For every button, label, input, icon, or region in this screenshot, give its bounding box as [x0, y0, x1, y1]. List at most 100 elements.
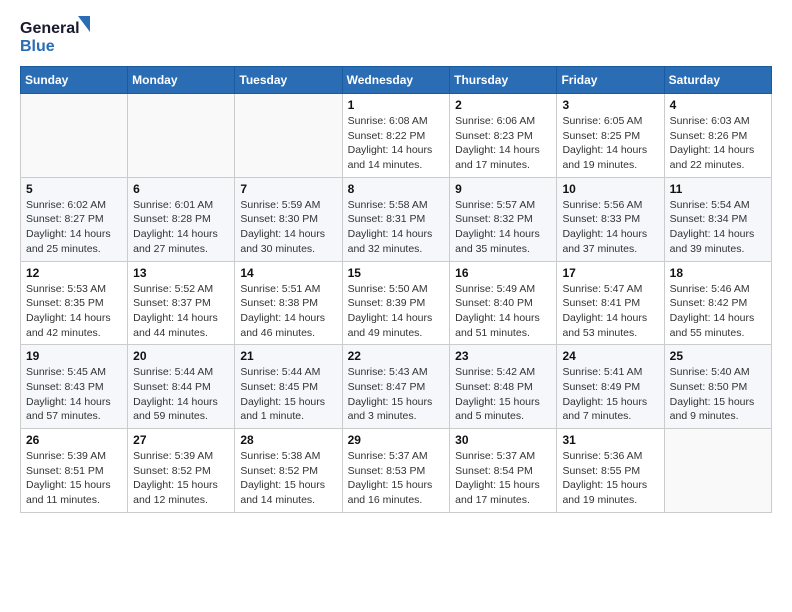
- calendar-cell: 5 Sunrise: 6:02 AMSunset: 8:27 PMDaylight…: [21, 177, 128, 261]
- day-number: 16: [455, 266, 551, 280]
- day-info: Sunrise: 5:37 AMSunset: 8:54 PMDaylight:…: [455, 449, 551, 508]
- column-header-saturday: Saturday: [664, 67, 771, 94]
- header: GeneralBlue: [20, 16, 772, 56]
- svg-text:General: General: [20, 20, 80, 37]
- day-info: Sunrise: 5:45 AMSunset: 8:43 PMDaylight:…: [26, 365, 122, 424]
- calendar-cell: 13 Sunrise: 5:52 AMSunset: 8:37 PMDayligh…: [128, 261, 235, 345]
- day-number: 7: [240, 182, 336, 196]
- day-number: 15: [348, 266, 445, 280]
- day-info: Sunrise: 6:05 AMSunset: 8:25 PMDaylight:…: [562, 114, 658, 173]
- day-number: 30: [455, 433, 551, 447]
- column-header-tuesday: Tuesday: [235, 67, 342, 94]
- calendar-cell: 9 Sunrise: 5:57 AMSunset: 8:32 PMDaylight…: [450, 177, 557, 261]
- calendar-cell: 27 Sunrise: 5:39 AMSunset: 8:52 PMDayligh…: [128, 429, 235, 513]
- day-info: Sunrise: 6:02 AMSunset: 8:27 PMDaylight:…: [26, 198, 122, 257]
- calendar-cell: 20Sunrise: 5:44 AMSunset: 8:44 PMDayligh…: [128, 345, 235, 429]
- calendar-cell: 17Sunrise: 5:47 AMSunset: 8:41 PMDayligh…: [557, 261, 664, 345]
- calendar-cell: 1 Sunrise: 6:08 AMSunset: 8:22 PMDaylight…: [342, 94, 450, 178]
- logo-svg: GeneralBlue: [20, 16, 90, 56]
- column-header-sunday: Sunday: [21, 67, 128, 94]
- calendar-cell: [664, 429, 771, 513]
- day-number: 26: [26, 433, 122, 447]
- day-info: Sunrise: 6:03 AMSunset: 8:26 PMDaylight:…: [670, 114, 766, 173]
- day-info: Sunrise: 6:06 AMSunset: 8:23 PMDaylight:…: [455, 114, 551, 173]
- day-info: Sunrise: 5:39 AMSunset: 8:51 PMDaylight:…: [26, 449, 122, 508]
- day-number: 9: [455, 182, 551, 196]
- day-info: Sunrise: 5:52 AMSunset: 8:37 PMDaylight:…: [133, 282, 229, 341]
- day-number: 18: [670, 266, 766, 280]
- calendar-cell: 16Sunrise: 5:49 AMSunset: 8:40 PMDayligh…: [450, 261, 557, 345]
- day-number: 2: [455, 98, 551, 112]
- day-info: Sunrise: 5:44 AMSunset: 8:45 PMDaylight:…: [240, 365, 336, 424]
- day-number: 25: [670, 349, 766, 363]
- day-number: 4: [670, 98, 766, 112]
- day-info: Sunrise: 5:56 AMSunset: 8:33 PMDaylight:…: [562, 198, 658, 257]
- day-info: Sunrise: 5:51 AMSunset: 8:38 PMDaylight:…: [240, 282, 336, 341]
- column-header-wednesday: Wednesday: [342, 67, 450, 94]
- day-number: 21: [240, 349, 336, 363]
- day-info: Sunrise: 5:44 AMSunset: 8:44 PMDaylight:…: [133, 365, 229, 424]
- calendar-cell: 12 Sunrise: 5:53 AMSunset: 8:35 PMDayligh…: [21, 261, 128, 345]
- calendar-cell: 23 Sunrise: 5:42 AMSunset: 8:48 PMDayligh…: [450, 345, 557, 429]
- calendar-cell: 28 Sunrise: 5:38 AMSunset: 8:52 PMDayligh…: [235, 429, 342, 513]
- day-number: 11: [670, 182, 766, 196]
- calendar-cell: 6 Sunrise: 6:01 AMSunset: 8:28 PMDaylight…: [128, 177, 235, 261]
- calendar-week-row: 5 Sunrise: 6:02 AMSunset: 8:27 PMDaylight…: [21, 177, 772, 261]
- calendar-cell: 10Sunrise: 5:56 AMSunset: 8:33 PMDayligh…: [557, 177, 664, 261]
- column-header-friday: Friday: [557, 67, 664, 94]
- day-number: 28: [240, 433, 336, 447]
- day-number: 24: [562, 349, 658, 363]
- calendar-cell: 18Sunrise: 5:46 AMSunset: 8:42 PMDayligh…: [664, 261, 771, 345]
- day-number: 27: [133, 433, 229, 447]
- calendar-week-row: 12 Sunrise: 5:53 AMSunset: 8:35 PMDayligh…: [21, 261, 772, 345]
- day-info: Sunrise: 5:40 AMSunset: 8:50 PMDaylight:…: [670, 365, 766, 424]
- day-info: Sunrise: 5:37 AMSunset: 8:53 PMDaylight:…: [348, 449, 445, 508]
- calendar-cell: 2 Sunrise: 6:06 AMSunset: 8:23 PMDaylight…: [450, 94, 557, 178]
- calendar-cell: 26 Sunrise: 5:39 AMSunset: 8:51 PMDayligh…: [21, 429, 128, 513]
- day-number: 5: [26, 182, 122, 196]
- day-number: 31: [562, 433, 658, 447]
- day-info: Sunrise: 6:08 AMSunset: 8:22 PMDaylight:…: [348, 114, 445, 173]
- day-number: 19: [26, 349, 122, 363]
- day-info: Sunrise: 5:50 AMSunset: 8:39 PMDaylight:…: [348, 282, 445, 341]
- day-number: 6: [133, 182, 229, 196]
- day-info: Sunrise: 5:42 AMSunset: 8:48 PMDaylight:…: [455, 365, 551, 424]
- day-number: 3: [562, 98, 658, 112]
- day-number: 13: [133, 266, 229, 280]
- day-info: Sunrise: 5:47 AMSunset: 8:41 PMDaylight:…: [562, 282, 658, 341]
- calendar-cell: 4 Sunrise: 6:03 AMSunset: 8:26 PMDaylight…: [664, 94, 771, 178]
- day-info: Sunrise: 5:43 AMSunset: 8:47 PMDaylight:…: [348, 365, 445, 424]
- calendar-cell: 15 Sunrise: 5:50 AMSunset: 8:39 PMDayligh…: [342, 261, 450, 345]
- calendar-week-row: 26 Sunrise: 5:39 AMSunset: 8:51 PMDayligh…: [21, 429, 772, 513]
- day-number: 12: [26, 266, 122, 280]
- day-info: Sunrise: 5:54 AMSunset: 8:34 PMDaylight:…: [670, 198, 766, 257]
- calendar-cell: [235, 94, 342, 178]
- column-header-thursday: Thursday: [450, 67, 557, 94]
- calendar-week-row: 19 Sunrise: 5:45 AMSunset: 8:43 PMDayligh…: [21, 345, 772, 429]
- calendar-cell: 11 Sunrise: 5:54 AMSunset: 8:34 PMDayligh…: [664, 177, 771, 261]
- calendar-cell: 31Sunrise: 5:36 AMSunset: 8:55 PMDayligh…: [557, 429, 664, 513]
- svg-text:Blue: Blue: [20, 38, 55, 55]
- day-number: 22: [348, 349, 445, 363]
- calendar-cell: 22 Sunrise: 5:43 AMSunset: 8:47 PMDayligh…: [342, 345, 450, 429]
- day-number: 1: [348, 98, 445, 112]
- calendar-cell: 25 Sunrise: 5:40 AMSunset: 8:50 PMDayligh…: [664, 345, 771, 429]
- day-info: Sunrise: 5:39 AMSunset: 8:52 PMDaylight:…: [133, 449, 229, 508]
- day-number: 8: [348, 182, 445, 196]
- day-info: Sunrise: 5:38 AMSunset: 8:52 PMDaylight:…: [240, 449, 336, 508]
- day-info: Sunrise: 5:57 AMSunset: 8:32 PMDaylight:…: [455, 198, 551, 257]
- calendar-cell: 30 Sunrise: 5:37 AMSunset: 8:54 PMDayligh…: [450, 429, 557, 513]
- calendar-cell: 21 Sunrise: 5:44 AMSunset: 8:45 PMDayligh…: [235, 345, 342, 429]
- calendar-cell: 8 Sunrise: 5:58 AMSunset: 8:31 PMDaylight…: [342, 177, 450, 261]
- calendar-cell: 7 Sunrise: 5:59 AMSunset: 8:30 PMDaylight…: [235, 177, 342, 261]
- day-info: Sunrise: 6:01 AMSunset: 8:28 PMDaylight:…: [133, 198, 229, 257]
- day-info: Sunrise: 5:59 AMSunset: 8:30 PMDaylight:…: [240, 198, 336, 257]
- day-number: 14: [240, 266, 336, 280]
- column-header-monday: Monday: [128, 67, 235, 94]
- calendar-cell: [128, 94, 235, 178]
- calendar-week-row: 1 Sunrise: 6:08 AMSunset: 8:22 PMDaylight…: [21, 94, 772, 178]
- calendar-header-row: SundayMondayTuesdayWednesdayThursdayFrid…: [21, 67, 772, 94]
- day-number: 23: [455, 349, 551, 363]
- day-info: Sunrise: 5:58 AMSunset: 8:31 PMDaylight:…: [348, 198, 445, 257]
- day-info: Sunrise: 5:53 AMSunset: 8:35 PMDaylight:…: [26, 282, 122, 341]
